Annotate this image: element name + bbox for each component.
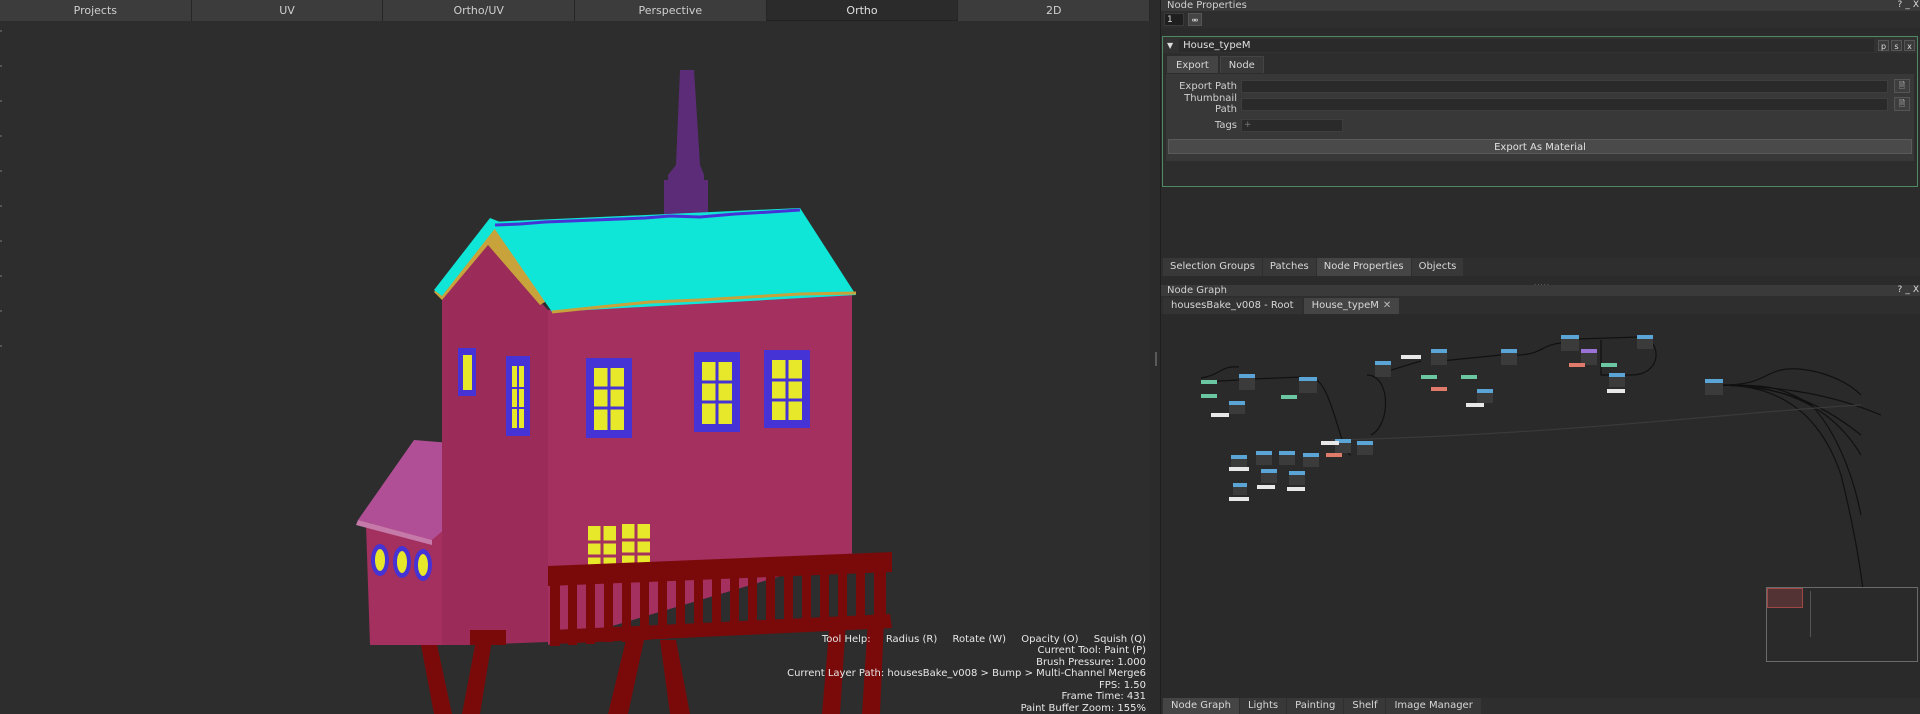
thumbnail-path-input[interactable] — [1241, 97, 1888, 111]
close-icon[interactable]: X — [1913, 285, 1919, 296]
node-header: ▼ House_typeM p s x — [1163, 37, 1917, 53]
tab-2d[interactable]: 2D — [958, 0, 1151, 21]
graph-minimap[interactable] — [1766, 587, 1918, 662]
node-graph-title-bar: Node Graph ? _ X — [1161, 285, 1920, 296]
node-subtab-bar: Export Node — [1163, 56, 1917, 74]
app-window: Projects UV Ortho/UV Perspective Ortho 2… — [0, 0, 1920, 714]
tab-selection-groups[interactable]: Selection Groups — [1163, 258, 1262, 276]
tab-objects[interactable]: Objects — [1411, 258, 1464, 276]
tab-perspective[interactable]: Perspective — [575, 0, 767, 21]
tab-root-graph[interactable]: housesBake_v008 - Root — [1163, 298, 1302, 314]
tool-help-label: Tool Help: — [821, 633, 871, 645]
help-icon[interactable]: ? — [1898, 0, 1903, 11]
tab-projects[interactable]: Projects — [0, 0, 192, 21]
tab-shelf[interactable]: Shelf — [1344, 698, 1386, 714]
node-settings-button[interactable]: s — [1891, 39, 1902, 51]
tab-patches[interactable]: Patches — [1262, 258, 1316, 276]
key-radius: Radius (R) — [885, 633, 938, 645]
browse-file-icon[interactable]: 🗎 — [1894, 97, 1910, 111]
node-graph-panel: Node Graph ? _ X housesBake_v008 - Root … — [1161, 285, 1920, 698]
key-rotate: Rotate (W) — [952, 633, 1007, 645]
current-layer-path: Current Layer Path: housesBake_v008 > Bu… — [787, 668, 1146, 679]
fps-readout: FPS: 1.50 — [1099, 679, 1146, 691]
node-editor-box: ▼ House_typeM p s x Export Node Export P… — [1162, 36, 1918, 187]
tool-help-keys: Tool Help: Radius (R) Rotate (W) Opacity… — [787, 634, 1146, 646]
history-count-field[interactable]: 1 — [1164, 13, 1184, 26]
export-path-input[interactable] — [1241, 79, 1888, 93]
export-as-material-button[interactable]: Export As Material — [1168, 139, 1912, 154]
tab-export[interactable]: Export — [1167, 56, 1218, 73]
export-path-row: Export Path 🗎 — [1166, 78, 1914, 94]
minimap-wire — [1810, 591, 1811, 637]
viewport-panel: Projects UV Ortho/UV Perspective Ortho 2… — [0, 0, 1151, 714]
panel-title: Node Graph — [1167, 285, 1227, 296]
tab-node-properties[interactable]: Node Properties — [1316, 258, 1411, 276]
tab-lights[interactable]: Lights — [1239, 698, 1287, 714]
right-dock: Node Properties ? _ X 1 ⚮ ▼ House_typeM … — [1160, 0, 1920, 714]
node-properties-title-bar: Node Properties ? _ X — [1161, 0, 1920, 11]
key-squish: Squish (Q) — [1093, 633, 1146, 645]
annex-windows — [371, 544, 432, 581]
close-tab-icon[interactable]: ✕ — [1383, 300, 1391, 311]
node-params-button[interactable]: p — [1878, 39, 1889, 51]
thumbnail-path-row: Thumbnail Path 🗎 — [1166, 93, 1914, 115]
export-path-label: Export Path — [1179, 80, 1237, 92]
brush-pressure: Brush Pressure: 1.000 — [1036, 656, 1146, 668]
tags-input[interactable]: + — [1241, 118, 1343, 132]
tab-house-typem[interactable]: House_typeM ✕ — [1303, 298, 1400, 314]
splitter-handle[interactable] — [1155, 352, 1157, 366]
node-close-button[interactable]: x — [1904, 39, 1915, 51]
minimize-icon[interactable]: _ — [1905, 285, 1910, 296]
3d-scene[interactable] — [0, 21, 1150, 714]
tab-image-manager[interactable]: Image Manager — [1386, 698, 1481, 714]
key-opacity: Opacity (O) — [1021, 633, 1079, 645]
tab-uv[interactable]: UV — [191, 0, 384, 21]
node-name-field[interactable]: House_typeM — [1179, 38, 1874, 52]
tab-painting[interactable]: Painting — [1287, 698, 1344, 714]
house-side-wall — [442, 245, 548, 645]
tab-ortho[interactable]: Ortho — [766, 0, 959, 20]
node-properties-panel: Node Properties ? _ X 1 ⚮ ▼ House_typeM … — [1161, 0, 1920, 258]
tab-label: housesBake_v008 - Root — [1171, 300, 1294, 311]
browse-file-icon[interactable]: 🗎 — [1894, 79, 1910, 93]
current-tool: Current Tool: Paint (P) — [1037, 645, 1146, 656]
close-icon[interactable]: X — [1913, 0, 1919, 11]
node-graph-tab-bar: housesBake_v008 - Root House_typeM ✕ — [1161, 296, 1920, 314]
bottom-tab-bar: Node Graph Lights Painting Shelf Image M… — [1161, 698, 1920, 714]
viewport-tab-bar: Projects UV Ortho/UV Perspective Ortho 2… — [0, 0, 1151, 21]
export-form: Export Path 🗎 Thumbnail Path 🗎 Tags + Ex… — [1166, 74, 1914, 161]
graph-nodes — [1201, 335, 1723, 501]
tool-help-overlay: Tool Help: Radius (R) Rotate (W) Opacity… — [787, 634, 1146, 714]
panel-tab-bar: Selection Groups Patches Node Properties… — [1161, 258, 1920, 276]
panel-title: Node Properties — [1167, 0, 1247, 11]
tab-label: House_typeM — [1311, 300, 1379, 311]
tags-label: Tags — [1214, 119, 1237, 131]
thumbnail-path-label: Thumbnail Path — [1184, 93, 1237, 115]
tab-node-graph[interactable]: Node Graph — [1163, 698, 1239, 714]
node-properties-toolbar: 1 ⚮ — [1161, 11, 1920, 28]
pin-icon[interactable]: ⚮ — [1188, 13, 1202, 26]
help-icon[interactable]: ? — [1898, 285, 1903, 296]
tab-ortho-uv[interactable]: Ortho/UV — [383, 0, 576, 21]
roof-main — [490, 208, 856, 312]
tab-node[interactable]: Node — [1219, 56, 1264, 73]
minimap-viewport[interactable] — [1767, 588, 1803, 608]
tags-row: Tags + — [1166, 117, 1914, 133]
frame-time: Frame Time: 431 — [1061, 691, 1146, 702]
minimize-icon[interactable]: _ — [1905, 0, 1910, 11]
paint-buffer-zoom: Paint Buffer Zoom: 155% — [1020, 702, 1146, 714]
collapse-triangle-icon[interactable]: ▼ — [1167, 41, 1173, 50]
